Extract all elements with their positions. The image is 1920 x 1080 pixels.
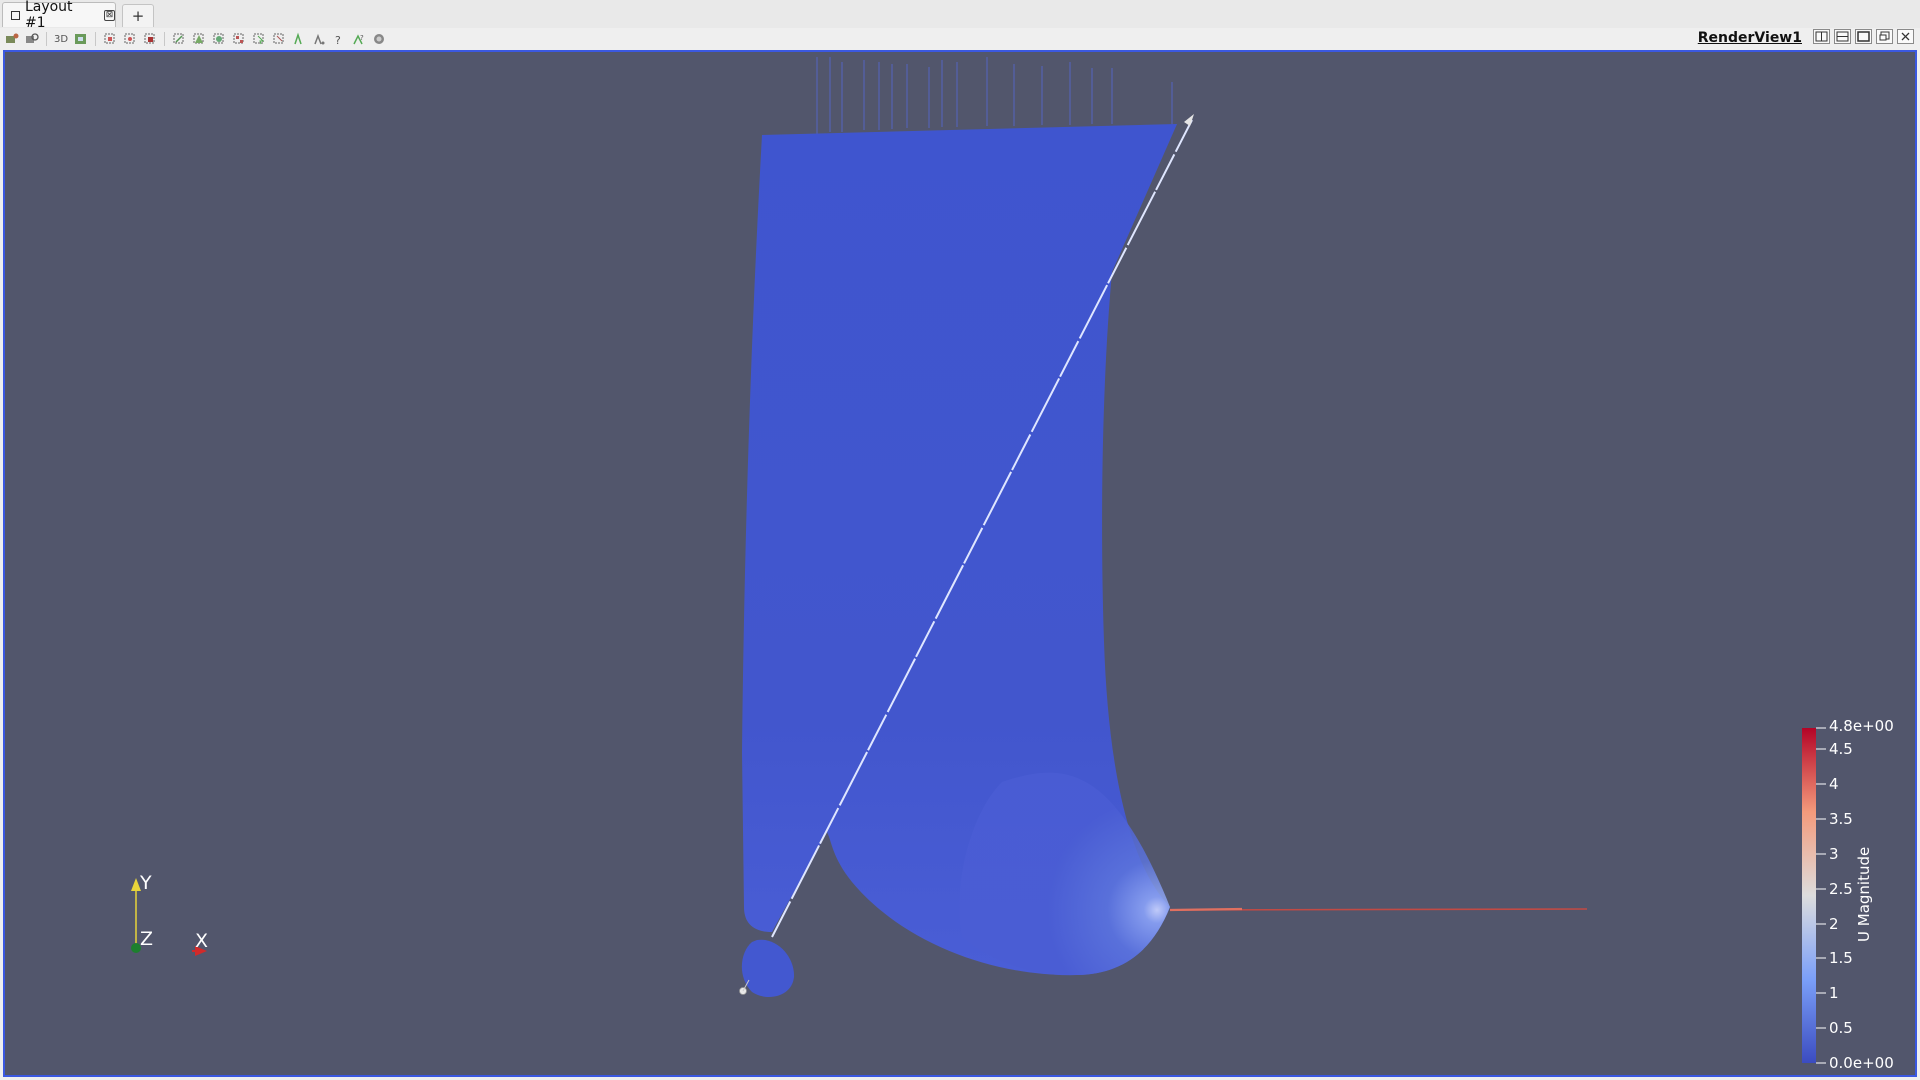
select-polygon-cells-icon[interactable]: [191, 31, 207, 47]
toolbar-separator: [95, 32, 96, 46]
add-layout-tab-button[interactable]: +: [122, 4, 154, 27]
x-axis-label: X: [195, 930, 209, 952]
layout-icon: [11, 10, 20, 20]
z-axis-label: Z: [140, 928, 154, 950]
close-view-icon[interactable]: [1897, 29, 1914, 44]
glyph-streaks: [816, 57, 1173, 134]
split-horizontal-icon[interactable]: [1813, 29, 1830, 44]
legend-label-min: 0.0e+00: [1829, 1054, 1894, 1072]
split-vertical-icon[interactable]: [1834, 29, 1851, 44]
color-legend-bar: [1802, 728, 1816, 1063]
direction-arrow: [1184, 114, 1194, 126]
legend-label-max: 4.8e+00: [1829, 717, 1894, 735]
color-legend-title: U Magnitude: [1855, 846, 1873, 942]
hover-cells-icon[interactable]: [311, 31, 327, 47]
legend-label-1-5: 1.5: [1829, 949, 1853, 967]
grow-selection-icon[interactable]: ?: [331, 31, 347, 47]
toolbar-separator: [46, 32, 47, 46]
select-cells-on-icon[interactable]: [102, 31, 118, 47]
view-frame-buttons: [1813, 29, 1914, 44]
clear-selection-icon[interactable]: ?: [351, 31, 367, 47]
tab-layout-1[interactable]: Layout #1 ⊠: [2, 0, 116, 31]
render-view[interactable]: Y Z X 4.8e+00 4.5 4 3.5 3 2.5 2 1.5 1 0.…: [3, 50, 1917, 1077]
svg-text:?: ?: [335, 34, 341, 46]
legend-label-1: 1: [1829, 984, 1839, 1002]
legend-label-0-5: 0.5: [1829, 1019, 1853, 1037]
tab-label: Layout #1: [24, 0, 73, 31]
select-polygon-points-icon[interactable]: [211, 31, 227, 47]
render-scene: [131, 57, 1826, 1064]
svg-text:?: ?: [360, 34, 364, 42]
legend-label-4: 4: [1829, 775, 1839, 793]
legend-label-4-5: 4.5: [1829, 740, 1853, 758]
toggle-selection-display-icon[interactable]: [371, 31, 387, 47]
interactive-select-cells-icon[interactable]: [251, 31, 267, 47]
view-toolbar-icons: 3D ? ?: [4, 30, 387, 48]
camera-capture-icon[interactable]: [73, 31, 89, 47]
select-points-frustum-icon[interactable]: [171, 31, 187, 47]
toggle-3d-button[interactable]: 3D: [53, 31, 69, 47]
legend-label-2: 2: [1829, 915, 1839, 933]
select-cells-frustum-icon[interactable]: [142, 31, 158, 47]
restore-icon[interactable]: [1876, 29, 1893, 44]
bulb-shape: [741, 939, 795, 997]
maximize-icon[interactable]: [1855, 29, 1872, 44]
hover-points-icon[interactable]: [291, 31, 307, 47]
legend-label-3: 3: [1829, 845, 1839, 863]
select-blocks-icon[interactable]: [231, 31, 247, 47]
y-axis-label: Y: [140, 872, 152, 894]
layout-tab-bar: Layout #1 ⊠ +: [0, 0, 1920, 31]
reset-camera-icon[interactable]: [4, 31, 20, 47]
legend-label-3-5: 3.5: [1829, 810, 1853, 828]
interactive-select-points-icon[interactable]: [271, 31, 287, 47]
color-legend-ticks: [1816, 727, 1826, 1064]
toolbar-separator: [164, 32, 165, 46]
view-toolbar: 3D ? ?: [0, 28, 1920, 50]
render-view-name[interactable]: RenderView1: [1698, 30, 1802, 46]
zoom-to-data-icon[interactable]: [24, 31, 40, 47]
select-points-on-icon[interactable]: [122, 31, 138, 47]
legend-label-2-5: 2.5: [1829, 880, 1853, 898]
close-tab-icon[interactable]: ⊠: [104, 9, 116, 21]
